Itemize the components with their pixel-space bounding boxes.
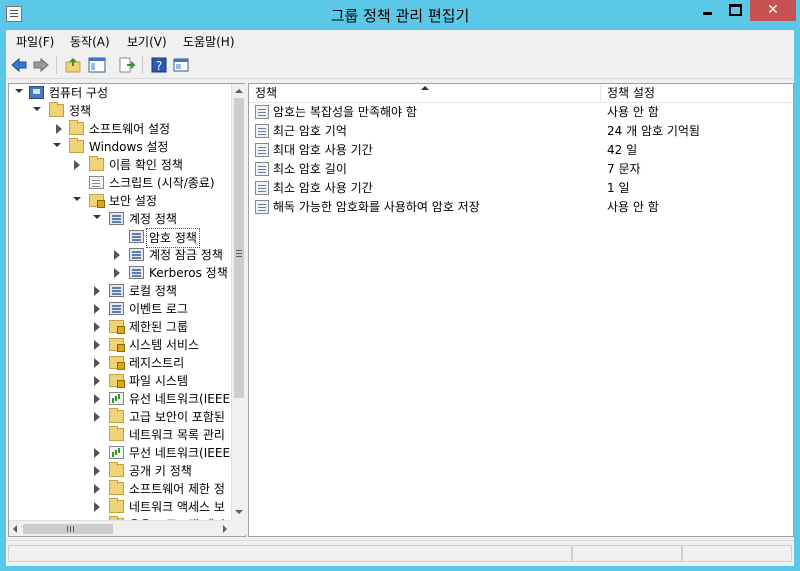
export-list-icon[interactable]: [118, 56, 136, 74]
status-segment: [572, 545, 682, 562]
folder-icon: [109, 426, 124, 441]
console-tree[interactable]: 컴퓨터 구성 정책 소프트웨어 설정 Windows 설정 이름 확인 정책 스…: [8, 83, 246, 537]
policy-setting-icon: [255, 124, 269, 138]
back-icon[interactable]: [10, 56, 28, 74]
folder-lock-icon: [109, 356, 125, 370]
list-item[interactable]: 최근 암호 기억 24 개 암호 기억됨: [249, 122, 793, 141]
menu-action[interactable]: 동작(A): [70, 33, 110, 50]
menu-view[interactable]: 보기(V): [127, 33, 167, 50]
status-segment: [8, 545, 572, 562]
folder-icon: [109, 498, 124, 513]
details-pane: 정책 정책 설정 암호는 복잡성을 만족해야 함 사용 안 함 최근 암호 기억…: [248, 83, 794, 537]
scroll-right-arrow-icon[interactable]: [217, 521, 231, 536]
menu-help[interactable]: 도움말(H): [183, 33, 235, 50]
close-button[interactable]: ✕: [750, 0, 796, 21]
scroll-corner: [231, 520, 245, 536]
forward-icon[interactable]: [32, 56, 50, 74]
up-folder-icon[interactable]: [64, 56, 82, 74]
policy-icon: [129, 266, 144, 279]
policy-icon: [109, 302, 124, 315]
network-icon: [109, 392, 124, 405]
status-bar: [6, 540, 794, 566]
show-hide-tree-icon[interactable]: [88, 56, 106, 74]
policy-setting-icon: [255, 105, 269, 119]
list-item[interactable]: 암호는 복잡성을 만족해야 함 사용 안 함: [249, 103, 793, 122]
app-window: 그룹 정책 관리 편집기 ✕ 파일(F) 동작(A) 보기(V) 도움말(H) …: [0, 0, 800, 571]
scroll-up-arrow-icon[interactable]: [234, 85, 244, 97]
list-item[interactable]: 최대 암호 사용 기간 42 일: [249, 141, 793, 160]
policy-setting-icon: [255, 143, 269, 157]
security-icon: [89, 194, 105, 208]
minimize-button[interactable]: [694, 0, 720, 21]
policy-setting-icon: [255, 162, 269, 176]
help-icon[interactable]: ?: [150, 56, 168, 74]
close-icon: ✕: [767, 2, 779, 18]
toolbar: ?: [6, 52, 794, 79]
folder-icon: [69, 138, 84, 153]
tree-vertical-scrollbar[interactable]: [231, 84, 245, 536]
wireless-icon: [109, 446, 124, 459]
list-item[interactable]: 최소 암호 길이 7 문자: [249, 160, 793, 179]
column-header-policy[interactable]: 정책: [249, 84, 601, 102]
menu-bar: 파일(F) 동작(A) 보기(V) 도움말(H): [6, 30, 794, 50]
policy-icon: [129, 230, 144, 243]
computer-icon: [29, 86, 44, 99]
scroll-left-arrow-icon[interactable]: [9, 521, 23, 536]
policy-icon: [129, 248, 144, 261]
title-bar[interactable]: 그룹 정책 관리 편집기 ✕: [0, 0, 800, 30]
maximize-icon: [728, 4, 742, 16]
svg-text:?: ?: [156, 59, 162, 73]
scroll-grip-icon: [234, 250, 244, 258]
properties-icon[interactable]: [172, 56, 190, 74]
client-area: 파일(F) 동작(A) 보기(V) 도움말(H) ? 컴퓨터 구성 정책 소프트…: [6, 30, 794, 566]
policy-icon: [109, 284, 124, 297]
toolbar-separator: [142, 56, 143, 74]
policy-setting-icon: [255, 181, 269, 195]
menu-file[interactable]: 파일(F): [16, 33, 54, 50]
status-segment: [682, 545, 792, 562]
folder-icon: [109, 408, 124, 423]
folder-lock-icon: [109, 338, 125, 352]
hscroll-thumb[interactable]: [23, 524, 113, 534]
script-icon: [89, 176, 104, 189]
tree-horizontal-scrollbar[interactable]: [9, 520, 231, 536]
policy-icon: [109, 212, 124, 225]
sort-ascending-icon: [421, 86, 429, 90]
folder-lock-icon: [109, 374, 125, 388]
hscroll-grip-icon: [9, 521, 68, 532]
folder-icon: [109, 462, 124, 477]
toolbar-separator: [56, 56, 57, 74]
list-header: 정책 정책 설정: [249, 84, 793, 103]
column-header-setting[interactable]: 정책 설정: [601, 84, 793, 102]
policy-setting-icon: [255, 200, 269, 214]
list-item[interactable]: 해독 가능한 암호화를 사용하여 암호 저장 사용 안 함: [249, 198, 793, 217]
folder-lock-icon: [109, 320, 125, 334]
minimize-icon: [702, 12, 712, 15]
folder-icon: [49, 102, 64, 117]
scroll-thumb[interactable]: [234, 98, 244, 398]
folder-icon: [109, 480, 124, 495]
scroll-down-arrow-icon[interactable]: [234, 506, 244, 518]
maximize-button[interactable]: [722, 0, 748, 21]
folder-icon: [69, 120, 84, 135]
folder-icon: [89, 156, 104, 171]
window-title: 그룹 정책 관리 편집기: [330, 7, 470, 25]
list-item[interactable]: 최소 암호 사용 기간 1 일: [249, 179, 793, 198]
